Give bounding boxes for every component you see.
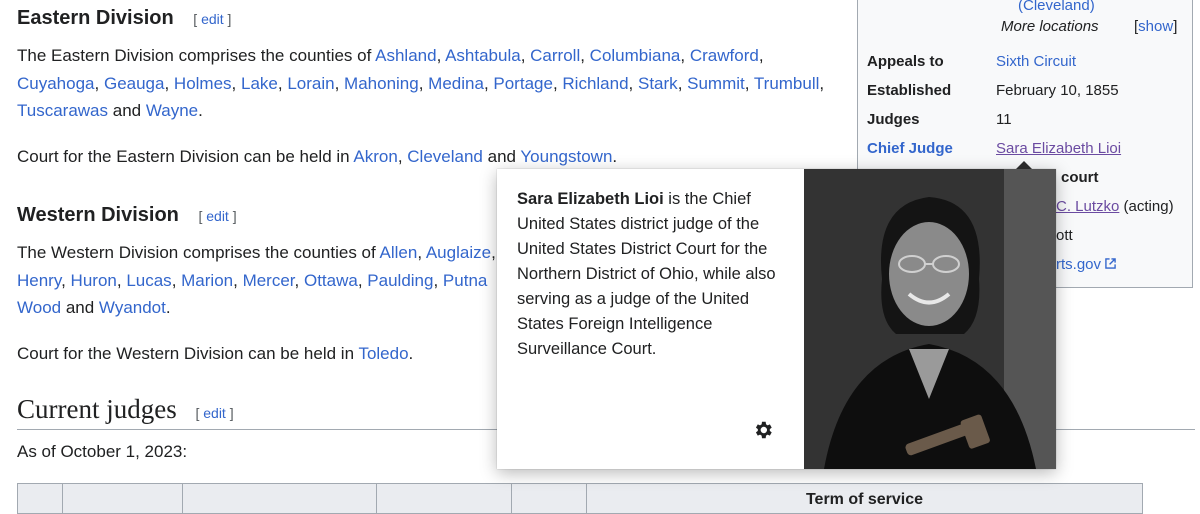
cuyahoga-county-link[interactable]: Cuyahoga	[17, 74, 95, 93]
preview-extract[interactable]: Sara Elizabeth Lioi is the Chief United …	[517, 187, 797, 362]
crawford-county-link[interactable]: Crawford	[690, 46, 759, 65]
columbiana-county-link[interactable]: Columbiana	[590, 46, 681, 65]
edit-link[interactable]: edit	[206, 208, 229, 224]
established-value: February 10, 1855	[996, 82, 1119, 99]
wood-county-link[interactable]: Wood	[17, 298, 61, 317]
medina-county-link[interactable]: Medina	[428, 74, 484, 93]
sixth-circuit-link[interactable]: Sixth Circuit	[996, 53, 1076, 70]
table-header-cell	[182, 483, 377, 514]
judges-table: Term of service	[17, 483, 1143, 514]
acting-note: (acting)	[1123, 198, 1174, 215]
allen-county-link[interactable]: Allen	[380, 243, 418, 262]
western-division-heading: Western Division [ edit ]	[17, 204, 237, 227]
edit-section-link: [ edit ]	[195, 405, 234, 421]
cleveland-city-link[interactable]: Cleveland	[407, 147, 483, 166]
western-intro-text: The Western Division comprises the count…	[17, 243, 380, 262]
eastern-court-text: Court for the Eastern Division can be he…	[17, 147, 354, 166]
cleveland-location-link[interactable]: (Cleveland)	[1018, 0, 1095, 14]
ottawa-county-link[interactable]: Ottawa	[304, 271, 358, 290]
geauga-county-link[interactable]: Geauga	[104, 74, 165, 93]
preview-description: is the Chief United States district judg…	[517, 190, 776, 358]
chief-judge-link[interactable]: Sara Elizabeth Lioi	[996, 140, 1121, 157]
show-link[interactable]: show	[1138, 18, 1173, 35]
edit-section-link: [ edit ]	[198, 208, 237, 224]
established-label: Established	[867, 82, 952, 99]
officer-name-partial: ott	[1056, 227, 1073, 244]
popup-pointer	[1016, 161, 1032, 169]
eastern-division-heading: Eastern Division [ edit ]	[17, 7, 231, 30]
toledo-link[interactable]: Toledo	[358, 344, 408, 363]
henry-county-link[interactable]: Henry	[17, 271, 61, 290]
court-officer-label-partial: court	[1061, 169, 1099, 186]
lucas-county-link[interactable]: Lucas	[126, 271, 171, 290]
table-header-cell	[62, 483, 183, 514]
edit-section-link: [ edit ]	[193, 11, 232, 27]
eastern-counties-paragraph: The Eastern Division comprises the count…	[17, 46, 825, 120]
judges-label: Judges	[867, 111, 920, 128]
holmes-county-link[interactable]: Holmes	[174, 74, 232, 93]
marion-county-link[interactable]: Marion	[181, 271, 233, 290]
current-judges-title: Current judges	[17, 394, 177, 424]
lorain-county-link[interactable]: Lorain	[287, 74, 334, 93]
show-toggle[interactable]: [show]	[1134, 18, 1177, 35]
gear-icon[interactable]	[752, 419, 774, 441]
edit-link[interactable]: edit	[203, 405, 226, 421]
stark-county-link[interactable]: Stark	[638, 74, 678, 93]
website-link[interactable]: rts.gov	[1056, 256, 1101, 273]
as-of-date: As of October 1, 2023:	[17, 442, 188, 461]
mahoning-county-link[interactable]: Mahoning	[344, 74, 419, 93]
eastern-court-paragraph: Court for the Eastern Division can be he…	[17, 147, 618, 166]
auglaize-county-link[interactable]: Auglaize	[426, 243, 491, 262]
table-header-cell	[511, 483, 587, 514]
putna-county-link[interactable]: Putna	[443, 271, 487, 290]
more-locations-label: More locations	[1001, 18, 1099, 35]
eastern-division-title: Eastern Division	[17, 7, 174, 29]
chief-judge-label[interactable]: Chief Judge	[867, 140, 953, 157]
western-division-title: Western Division	[17, 204, 179, 226]
carroll-county-link[interactable]: Carroll	[530, 46, 580, 65]
tuscarawas-county-link[interactable]: Tuscarawas	[17, 101, 108, 120]
edit-link[interactable]: edit	[201, 11, 224, 27]
appeals-to-label: Appeals to	[867, 53, 944, 70]
table-header-cell	[376, 483, 512, 514]
richland-county-link[interactable]: Richland	[562, 74, 628, 93]
huron-county-link[interactable]: Huron	[71, 271, 117, 290]
wyandot-county-link[interactable]: Wyandot	[99, 298, 166, 317]
judge-portrait-image[interactable]	[804, 169, 1056, 469]
ashtabula-county-link[interactable]: Ashtabula	[445, 46, 521, 65]
mercer-county-link[interactable]: Mercer	[243, 271, 295, 290]
paulding-county-link[interactable]: Paulding	[367, 271, 433, 290]
term-of-service-header: Term of service	[586, 483, 1143, 514]
youngstown-city-link[interactable]: Youngstown	[520, 147, 612, 166]
judges-count: 11	[996, 111, 1012, 128]
akron-city-link[interactable]: Akron	[353, 147, 397, 166]
eastern-intro-text: The Eastern Division comprises the count…	[17, 46, 376, 65]
trumbull-county-link[interactable]: Trumbull	[754, 74, 820, 93]
page-preview-popup[interactable]: Sara Elizabeth Lioi is the Chief United …	[497, 161, 1056, 469]
summit-county-link[interactable]: Summit	[687, 74, 745, 93]
lake-county-link[interactable]: Lake	[241, 74, 278, 93]
ashland-county-link[interactable]: Ashland	[375, 46, 436, 65]
table-header-cell	[17, 483, 63, 514]
wayne-county-link[interactable]: Wayne	[146, 101, 198, 120]
lutzko-link[interactable]: C. Lutzko	[1056, 198, 1119, 215]
preview-subject-name: Sara Elizabeth Lioi	[517, 190, 664, 208]
portage-county-link[interactable]: Portage	[493, 74, 553, 93]
western-court-text: Court for the Western Division can be he…	[17, 344, 359, 363]
external-link-icon	[1105, 258, 1116, 269]
